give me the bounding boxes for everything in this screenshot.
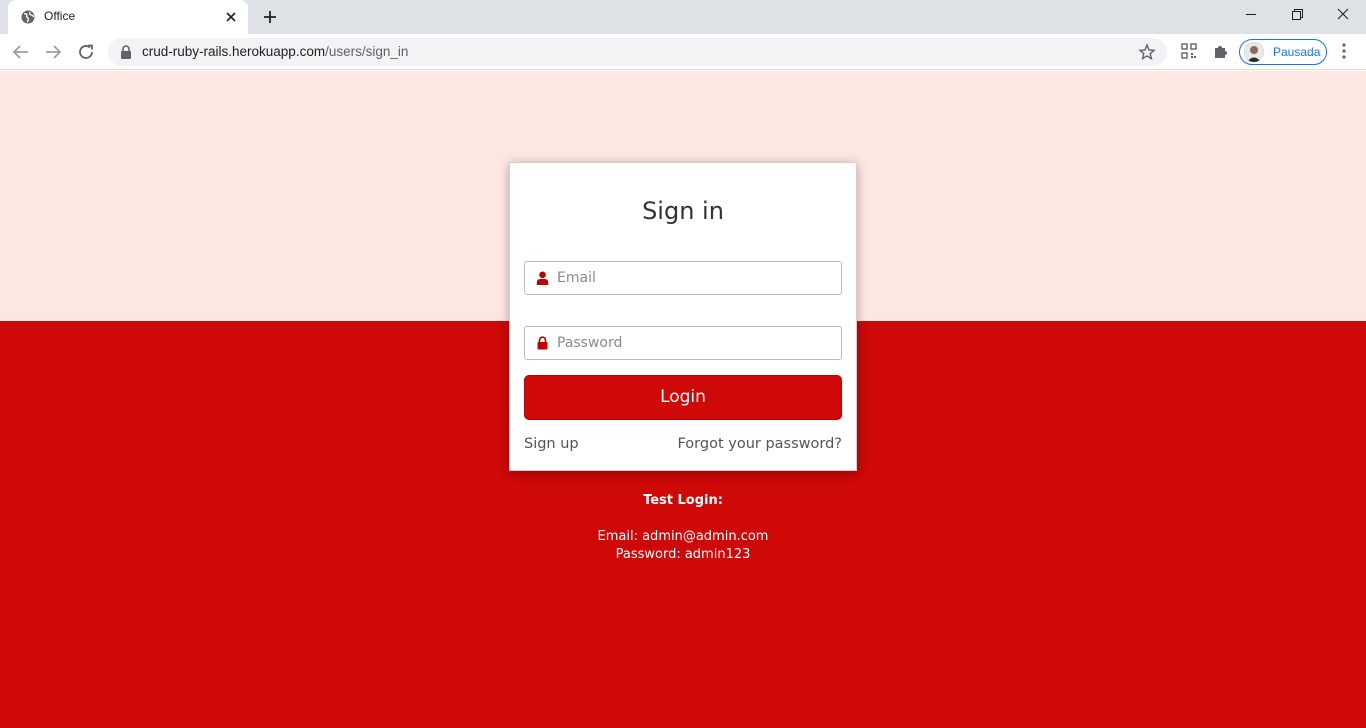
email-field[interactable] [524,261,842,295]
user-icon [536,271,549,285]
forgot-password-link[interactable]: Forgot your password? [677,436,842,452]
login-button[interactable]: Login [524,375,842,420]
globe-icon [21,10,35,24]
lock-icon [537,336,548,350]
extensions-puzzle-icon[interactable] [1212,42,1230,60]
test-login-heading: Test Login: [643,493,723,508]
browser-toolbar: crud-ruby-rails.herokuapp.com/users/sign… [0,34,1366,70]
profile-button[interactable]: Pausada [1239,39,1327,65]
new-tab-icon[interactable] [258,5,282,29]
test-login-info: Test Login: Email: admin@admin.com Passw… [0,493,1366,565]
bookmark-star-icon[interactable] [1138,43,1156,61]
close-tab-icon[interactable] [222,8,240,26]
forward-arrow-icon[interactable] [40,39,66,65]
minimize-icon[interactable] [1228,0,1274,30]
close-window-icon[interactable] [1320,0,1366,30]
page-title: Sign in [642,197,724,225]
test-email-line: Email: admin@admin.com [597,529,769,544]
avatar [1244,42,1264,62]
profile-name: Pausada [1273,45,1321,59]
email-input[interactable] [557,262,837,294]
back-arrow-icon[interactable] [8,39,34,65]
signin-card: Sign in Login Sign up Forgot your passwo… [509,162,857,471]
address-bar[interactable]: crud-ruby-rails.herokuapp.com/users/sign… [108,38,1167,66]
reload-icon[interactable] [73,39,99,65]
sign-up-link[interactable]: Sign up [524,436,579,452]
password-field[interactable] [524,326,842,360]
kebab-menu-icon[interactable] [1336,42,1352,60]
browser-tab[interactable]: Office [8,0,248,34]
test-password-line: Password: admin123 [615,547,751,562]
lock-icon[interactable] [120,45,132,59]
password-input[interactable] [557,327,837,359]
qr-code-icon[interactable] [1180,42,1198,60]
tab-title: Office [44,9,76,23]
restore-icon[interactable] [1274,0,1320,30]
url-text: crud-ruby-rails.herokuapp.com/users/sign… [142,44,409,59]
tab-strip: Office [0,0,1366,34]
